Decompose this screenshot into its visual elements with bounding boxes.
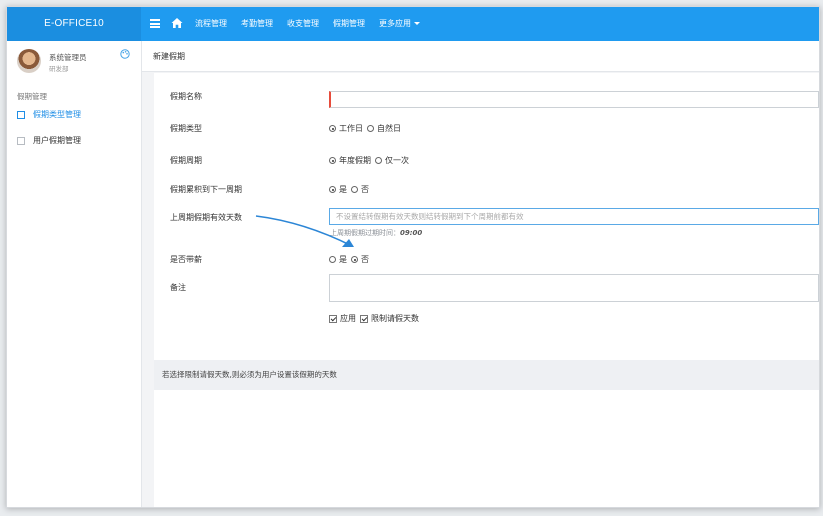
expire-hint: 上周期假期过期时间：09:00: [330, 228, 422, 238]
carry-label: 假期累积到下一周期: [170, 185, 242, 194]
checkbox-limit-days[interactable]: [360, 314, 368, 323]
radio-carry-no-label: 否: [361, 185, 369, 194]
valid-days-input[interactable]: 不设置结转假期有效天数则结转假期到下个周期前都有效: [329, 208, 819, 225]
nav-workflow[interactable]: 流程管理: [195, 7, 227, 41]
paid-radio-group: 是 否: [329, 254, 373, 265]
sidebar-item-user-leave[interactable]: 用户假期管理: [17, 135, 81, 146]
user-dept: 研发部: [49, 65, 69, 73]
top-nav: 流程管理 考勤管理 收支管理 假期管理 更多应用: [195, 7, 434, 41]
checkbox-apply-label: 应用: [340, 314, 356, 323]
radio-paid-yes[interactable]: [329, 256, 336, 263]
brand-logo[interactable]: E-OFFICE10: [7, 7, 141, 41]
sidebar-group-title: 假期管理: [17, 92, 47, 101]
hamburger-menu-icon[interactable]: [150, 19, 160, 28]
palette-icon[interactable]: [120, 49, 130, 59]
radio-paid-yes-label: 是: [339, 255, 347, 264]
radio-workday-label: 工作日: [339, 124, 363, 133]
radio-carry-yes[interactable]: [329, 186, 336, 193]
checkbox-apply[interactable]: [329, 314, 337, 323]
radio-carry-yes-label: 是: [339, 185, 347, 194]
radio-natural-day-label: 自然日: [377, 124, 401, 133]
radio-once[interactable]: [375, 157, 382, 164]
nav-finance[interactable]: 收支管理: [287, 7, 319, 41]
main-content: 新建假期 假期名称 假期类型 工作日 自然日 假期周期 年度假期 仅一次 假期累…: [142, 41, 819, 507]
list-icon: [17, 110, 25, 119]
remark-label: 备注: [170, 283, 186, 292]
valid-days-label: 上周期假期有效天数: [170, 213, 242, 222]
sidebar-item-label: 用户假期管理: [33, 136, 81, 145]
remark-textarea[interactable]: [329, 274, 819, 302]
radio-paid-no-label: 否: [361, 255, 369, 264]
nav-more-label: 更多应用: [379, 19, 411, 28]
sidebar: 系统管理员 研发部 假期管理 假期类型管理 用户假期管理: [7, 41, 142, 507]
leave-form: 假期名称 假期类型 工作日 自然日 假期周期 年度假期 仅一次 假期累积到下一周…: [154, 73, 819, 507]
app-window: E-OFFICE10 流程管理 考勤管理 收支管理 假期管理 更多应用 系统管理…: [6, 6, 820, 508]
home-icon[interactable]: [171, 17, 183, 29]
breadcrumb: 新建假期: [142, 41, 819, 72]
radio-workday[interactable]: [329, 125, 336, 132]
document-icon: [17, 136, 25, 145]
user-name: 系统管理员: [49, 53, 87, 62]
type-label: 假期类型: [170, 124, 202, 133]
nav-leave[interactable]: 假期管理: [333, 7, 365, 41]
sidebar-item-label: 假期类型管理: [33, 110, 81, 119]
type-radio-group: 工作日 自然日: [329, 123, 405, 134]
sidebar-item-leave-types[interactable]: 假期类型管理: [17, 109, 81, 120]
checkbox-limit-days-label: 限制请假天数: [371, 314, 419, 323]
leave-name-input[interactable]: [329, 91, 819, 108]
page-title: 新建假期: [153, 52, 185, 61]
top-navbar: E-OFFICE10 流程管理 考勤管理 收支管理 假期管理 更多应用: [7, 7, 819, 41]
cycle-label: 假期周期: [170, 156, 202, 165]
avatar[interactable]: [17, 49, 41, 73]
notice-bar: 若选择限制请假天数,则必须为用户设置该假期的天数: [154, 360, 819, 390]
radio-natural-day[interactable]: [367, 125, 374, 132]
options-checkbox-group: 应用 限制请假天数: [329, 313, 423, 324]
nav-attendance[interactable]: 考勤管理: [241, 7, 273, 41]
radio-carry-no[interactable]: [351, 186, 358, 193]
expire-hint-label: 上周期假期过期时间：: [330, 229, 400, 237]
radio-once-label: 仅一次: [385, 156, 409, 165]
radio-paid-no[interactable]: [351, 256, 358, 263]
radio-annual-label: 年度假期: [339, 156, 371, 165]
name-label: 假期名称: [170, 92, 202, 101]
caret-down-icon: [414, 22, 420, 25]
paid-label: 是否带薪: [170, 255, 202, 264]
cycle-radio-group: 年度假期 仅一次: [329, 155, 413, 166]
user-block: 系统管理员 研发部: [7, 41, 141, 81]
expire-hint-time: 09:00: [400, 229, 423, 237]
nav-more-apps[interactable]: 更多应用: [379, 7, 420, 41]
radio-annual[interactable]: [329, 157, 336, 164]
carry-radio-group: 是 否: [329, 184, 373, 195]
